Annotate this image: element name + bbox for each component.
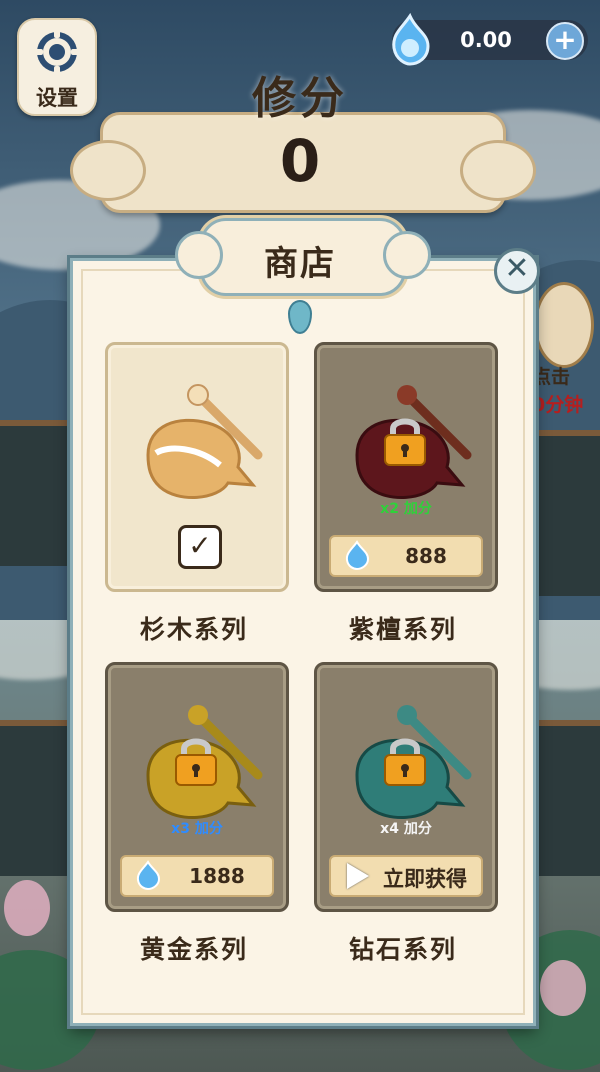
lock-icon <box>384 418 426 466</box>
price-amount: 888 <box>405 544 447 568</box>
spirit-flame-icon <box>136 860 161 891</box>
score-title: 修分 <box>252 73 348 124</box>
item-name-diamond: 钻石系列 <box>348 935 457 964</box>
right-side-text-2: 0分钟 <box>532 394 584 416</box>
shop-item-card-fir[interactable]: ✓ <box>105 342 289 592</box>
price-button[interactable]: 1888 <box>120 855 274 897</box>
currency-value: 0.00 <box>460 28 512 52</box>
price-button[interactable]: 888 <box>329 535 483 577</box>
get-now-button[interactable]: 立即获得 <box>329 855 483 897</box>
play-video-icon <box>347 863 369 889</box>
multiplier-badge: x4 加分 <box>380 821 432 837</box>
monk-avatar <box>534 282 594 368</box>
item-name-rosewood: 紫檀系列 <box>348 615 457 644</box>
spirit-flame-icon <box>345 540 370 571</box>
price-amount: 1888 <box>189 864 245 888</box>
lock-icon <box>175 738 217 786</box>
selected-checkmark-icon: ✓ <box>178 525 222 569</box>
close-button[interactable]: ✕ <box>494 248 540 294</box>
multiplier-badge: x2 加分 <box>380 501 432 517</box>
wooden-fish-icon <box>146 384 263 499</box>
item-name-fir: 杉木系列 <box>139 615 248 644</box>
currency-bar: 0.00 + <box>392 12 588 66</box>
shop-item-card-diamond[interactable]: x4 加分 立即获得 <box>314 662 498 912</box>
shop-title: 商店 <box>264 244 336 284</box>
item-name-gold: 黄金系列 <box>139 935 248 964</box>
get-now-label: 立即获得 <box>383 867 467 891</box>
multiplier-badge: x3 加分 <box>171 821 223 837</box>
add-currency-button[interactable]: + <box>546 22 584 60</box>
spirit-flame-icon <box>392 12 430 66</box>
shop-item-card-rosewood[interactable]: x2 加分 888 <box>314 342 498 592</box>
shop-item-card-gold[interactable]: x3 加分 1888 <box>105 662 289 912</box>
score-value: 0 <box>279 127 321 195</box>
lock-icon <box>384 738 426 786</box>
right-side-panel[interactable]: 点击 0分钟 <box>528 282 594 416</box>
right-side-text-1: 点击 <box>532 366 571 388</box>
